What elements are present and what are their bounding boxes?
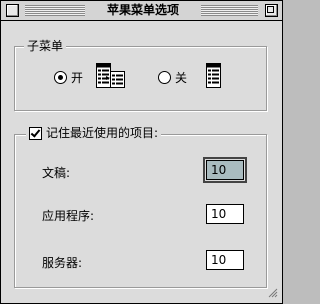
remember-recent-row[interactable]: 记住最近使用的项目: bbox=[26, 126, 162, 140]
submenu-group-label: 子菜单 bbox=[24, 39, 67, 53]
window-title: 苹果菜单选项 bbox=[87, 1, 199, 20]
submenu-off-label: 关 bbox=[175, 71, 188, 85]
documents-count-input[interactable]: 10 bbox=[203, 157, 247, 183]
flat-menu-icon bbox=[206, 63, 221, 88]
hierarchical-menu-icon bbox=[96, 63, 125, 88]
submenu-on-radio-row[interactable]: 开 bbox=[54, 69, 83, 86]
remember-recent-checkbox[interactable] bbox=[29, 126, 42, 140]
zoom-box-icon[interactable] bbox=[265, 4, 278, 17]
submenu-on-radio[interactable] bbox=[54, 71, 67, 84]
servers-label: 服务器: bbox=[42, 256, 83, 270]
submenu-off-radio-row[interactable]: 关 bbox=[158, 69, 187, 86]
title-stripes-right bbox=[201, 5, 258, 16]
submenu-on-label: 开 bbox=[71, 71, 84, 85]
title-bar[interactable]: 苹果菜单选项 bbox=[1, 1, 282, 21]
servers-count-input[interactable]: 10 bbox=[206, 250, 244, 270]
remember-recent-label: 记住最近使用的项目: bbox=[46, 126, 159, 140]
submenu-group bbox=[14, 46, 267, 111]
title-stripes-left bbox=[25, 5, 85, 16]
documents-label: 文稿: bbox=[42, 166, 71, 180]
close-box-icon[interactable] bbox=[6, 4, 19, 17]
resize-grip-icon[interactable] bbox=[266, 286, 278, 298]
applications-count-input[interactable]: 10 bbox=[206, 204, 244, 224]
applications-label: 应用程序: bbox=[42, 209, 95, 223]
submenu-off-radio[interactable] bbox=[158, 71, 171, 84]
